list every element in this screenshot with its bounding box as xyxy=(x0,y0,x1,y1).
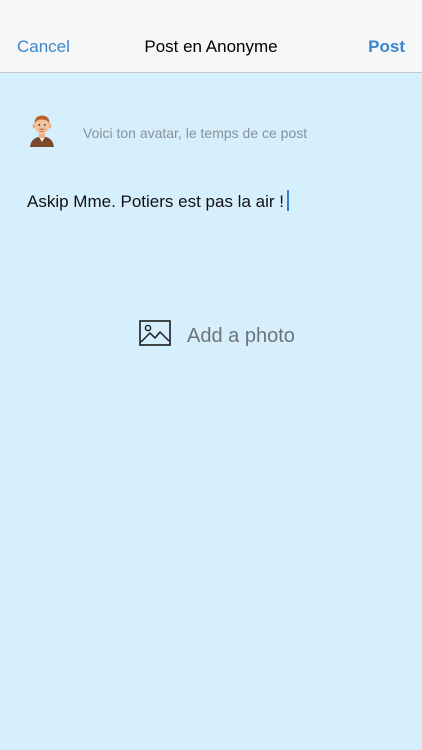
post-text-value: Askip Mme. Potiers est pas la air ! xyxy=(27,192,284,211)
add-photo-label: Add a photo xyxy=(187,324,295,347)
post-text-input[interactable]: Askip Mme. Potiers est pas la air ! xyxy=(27,190,289,213)
post-button[interactable]: Post xyxy=(368,37,405,57)
page-title: Post en Anonyme xyxy=(144,37,278,56)
avatar-icon xyxy=(30,115,54,147)
add-photo-button[interactable]: Add a photo xyxy=(139,316,295,350)
text-caret xyxy=(286,190,289,212)
image-icon xyxy=(139,320,171,346)
compose-area: Voici ton avatar, le temps de ce post As… xyxy=(0,74,422,750)
avatar-caption: Voici ton avatar, le temps de ce post xyxy=(83,125,308,141)
navigation-bar: Cancel Post en Anonyme Post xyxy=(0,0,422,73)
